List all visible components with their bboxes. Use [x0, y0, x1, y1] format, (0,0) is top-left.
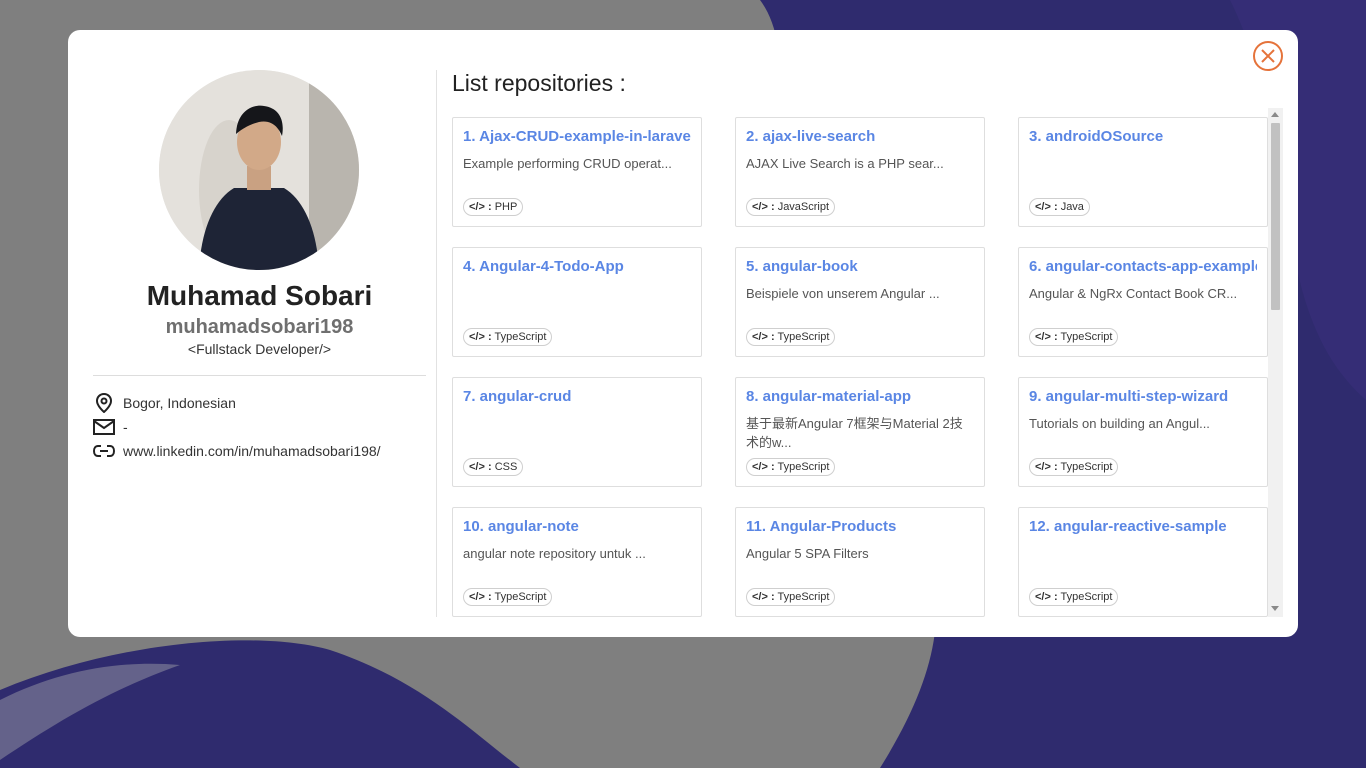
code-icon-prefix: </> :	[1035, 201, 1058, 213]
language-label: TypeScript	[1060, 461, 1113, 473]
profile-photo	[159, 70, 359, 270]
code-icon-prefix: </> :	[752, 461, 775, 473]
repository-card[interactable]: 8. angular-material-app 基于最新Angular 7框架与M…	[735, 377, 985, 487]
code-icon-prefix: </> :	[469, 591, 492, 603]
language-badge: </> : JavaScript	[746, 198, 836, 216]
repository-title-link[interactable]: 3. androidOSource	[1029, 128, 1257, 146]
repository-description: Beispiele von unserem Angular ...	[746, 286, 940, 301]
repository-title-link[interactable]: 10. angular-note	[463, 518, 691, 536]
envelope-icon	[93, 416, 115, 438]
repository-card[interactable]: 3. androidOSource </> : Java	[1018, 117, 1268, 227]
code-icon-prefix: </> :	[752, 331, 775, 343]
profile-name: Muhamad Sobari	[146, 280, 373, 311]
language-label: TypeScript	[777, 331, 830, 343]
close-circle-icon	[1253, 41, 1283, 71]
language-badge: </> : TypeScript	[463, 588, 553, 606]
language-badge: </> : TypeScript	[1029, 458, 1119, 476]
repository-title-link[interactable]: 7. angular-crud	[463, 388, 691, 406]
repository-card[interactable]: 4. Angular-4-Todo-App </> : TypeScript	[452, 247, 702, 357]
profile-role: <Fullstack Developer/>	[187, 341, 332, 357]
profile-username: muhamadsobari198	[165, 316, 354, 338]
language-badge: </> : PHP	[463, 198, 524, 216]
vertical-divider	[436, 70, 437, 617]
repository-description: Angular & NgRx Contact Book CR...	[1029, 286, 1238, 301]
language-badge: </> : TypeScript	[463, 328, 553, 346]
scroll-down-arrow-icon[interactable]	[1271, 606, 1279, 611]
repository-description: Example performing CRUD operat...	[463, 156, 672, 171]
language-label: CSS	[494, 461, 518, 473]
repository-title-link[interactable]: 11. Angular-Products	[746, 518, 974, 536]
language-label: TypeScript	[494, 591, 547, 603]
language-badge: </> : TypeScript	[1029, 328, 1119, 346]
code-icon-prefix: </> :	[469, 461, 492, 473]
repository-description: Angular 5 SPA Filters	[746, 546, 869, 561]
close-button[interactable]	[1252, 40, 1284, 72]
repository-title-link[interactable]: 12. angular-reactive-sample	[1029, 518, 1257, 536]
profile-modal: Muhamad Sobari muhamadsobari198 <Fullsta…	[68, 30, 1298, 637]
repository-card[interactable]: 9. angular-multi-step-wizard Tutorials on…	[1018, 377, 1268, 487]
repository-card[interactable]: 2. ajax-live-search AJAX Live Search is a…	[735, 117, 985, 227]
repositories-grid: 1. Ajax-CRUD-example-in-laravel Example p…	[452, 108, 1268, 617]
repository-description: 基于最新Angular 7框架与Material 2技术的w...	[746, 416, 963, 450]
map-pin-icon	[93, 392, 115, 414]
repository-card[interactable]: 12. angular-reactive-sample </> : TypeScr…	[1018, 507, 1268, 617]
language-badge: </> : TypeScript	[1029, 588, 1119, 606]
scroll-thumb[interactable]	[1271, 123, 1280, 310]
language-label: TypeScript	[777, 461, 830, 473]
code-icon-prefix: </> :	[752, 201, 775, 213]
language-label: TypeScript	[1060, 331, 1113, 343]
code-icon-prefix: </> :	[1035, 591, 1058, 603]
language-label: JavaScript	[777, 201, 830, 213]
website-row: www.linkedin.com/in/muhamadsobari198/	[93, 440, 381, 462]
language-badge: </> : TypeScript	[746, 328, 836, 346]
repository-title-link[interactable]: 2. ajax-live-search	[746, 128, 974, 146]
language-label: PHP	[494, 201, 518, 213]
repository-title-link[interactable]: 6. angular-contacts-app-example	[1029, 258, 1257, 276]
repository-card[interactable]: 6. angular-contacts-app-example Angular &…	[1018, 247, 1268, 357]
repository-title-link[interactable]: 8. angular-material-app	[746, 388, 974, 406]
repository-description: Tutorials on building an Angul...	[1029, 416, 1210, 431]
repository-card[interactable]: 10. angular-note angular note repository …	[452, 507, 702, 617]
code-icon-prefix: </> :	[752, 591, 775, 603]
repository-description: angular note repository untuk ...	[463, 546, 646, 561]
repository-card[interactable]: 7. angular-crud </> : CSS	[452, 377, 702, 487]
divider	[93, 375, 426, 376]
location-row: Bogor, Indonesian	[93, 392, 236, 414]
repository-description: AJAX Live Search is a PHP sear...	[746, 156, 944, 171]
repository-card[interactable]: 5. angular-book Beispiele von unserem Ang…	[735, 247, 985, 357]
website-link[interactable]: www.linkedin.com/in/muhamadsobari198/	[123, 443, 381, 459]
repositories-title: List repositories :	[452, 70, 626, 96]
language-badge: </> : CSS	[463, 458, 524, 476]
language-label: TypeScript	[1060, 591, 1113, 603]
repository-card[interactable]: 11. Angular-Products Angular 5 SPA Filter…	[735, 507, 985, 617]
repository-title-link[interactable]: 5. angular-book	[746, 258, 974, 276]
code-icon-prefix: </> :	[469, 331, 492, 343]
repository-title-link[interactable]: 1. Ajax-CRUD-example-in-laravel	[463, 128, 691, 146]
code-icon-prefix: </> :	[469, 201, 492, 213]
language-label: TypeScript	[494, 331, 547, 343]
language-badge: </> : TypeScript	[746, 458, 836, 476]
location-text: Bogor, Indonesian	[123, 395, 236, 411]
link-icon	[93, 440, 115, 462]
avatar	[159, 70, 359, 270]
repository-title-link[interactable]: 9. angular-multi-step-wizard	[1029, 388, 1257, 406]
language-label: Java	[1060, 201, 1084, 213]
code-icon-prefix: </> :	[1035, 461, 1058, 473]
scroll-up-arrow-icon[interactable]	[1271, 112, 1279, 117]
repository-card[interactable]: 1. Ajax-CRUD-example-in-laravel Example p…	[452, 117, 702, 227]
email-row: -	[93, 416, 128, 438]
language-label: TypeScript	[777, 591, 830, 603]
email-text: -	[123, 419, 128, 435]
language-badge: </> : Java	[1029, 198, 1090, 216]
language-badge: </> : TypeScript	[746, 588, 836, 606]
repositories-list[interactable]: 1. Ajax-CRUD-example-in-laravel Example p…	[452, 108, 1283, 617]
repository-title-link[interactable]: 4. Angular-4-Todo-App	[463, 258, 691, 276]
scrollbar[interactable]	[1268, 108, 1283, 617]
code-icon-prefix: </> :	[1035, 331, 1058, 343]
